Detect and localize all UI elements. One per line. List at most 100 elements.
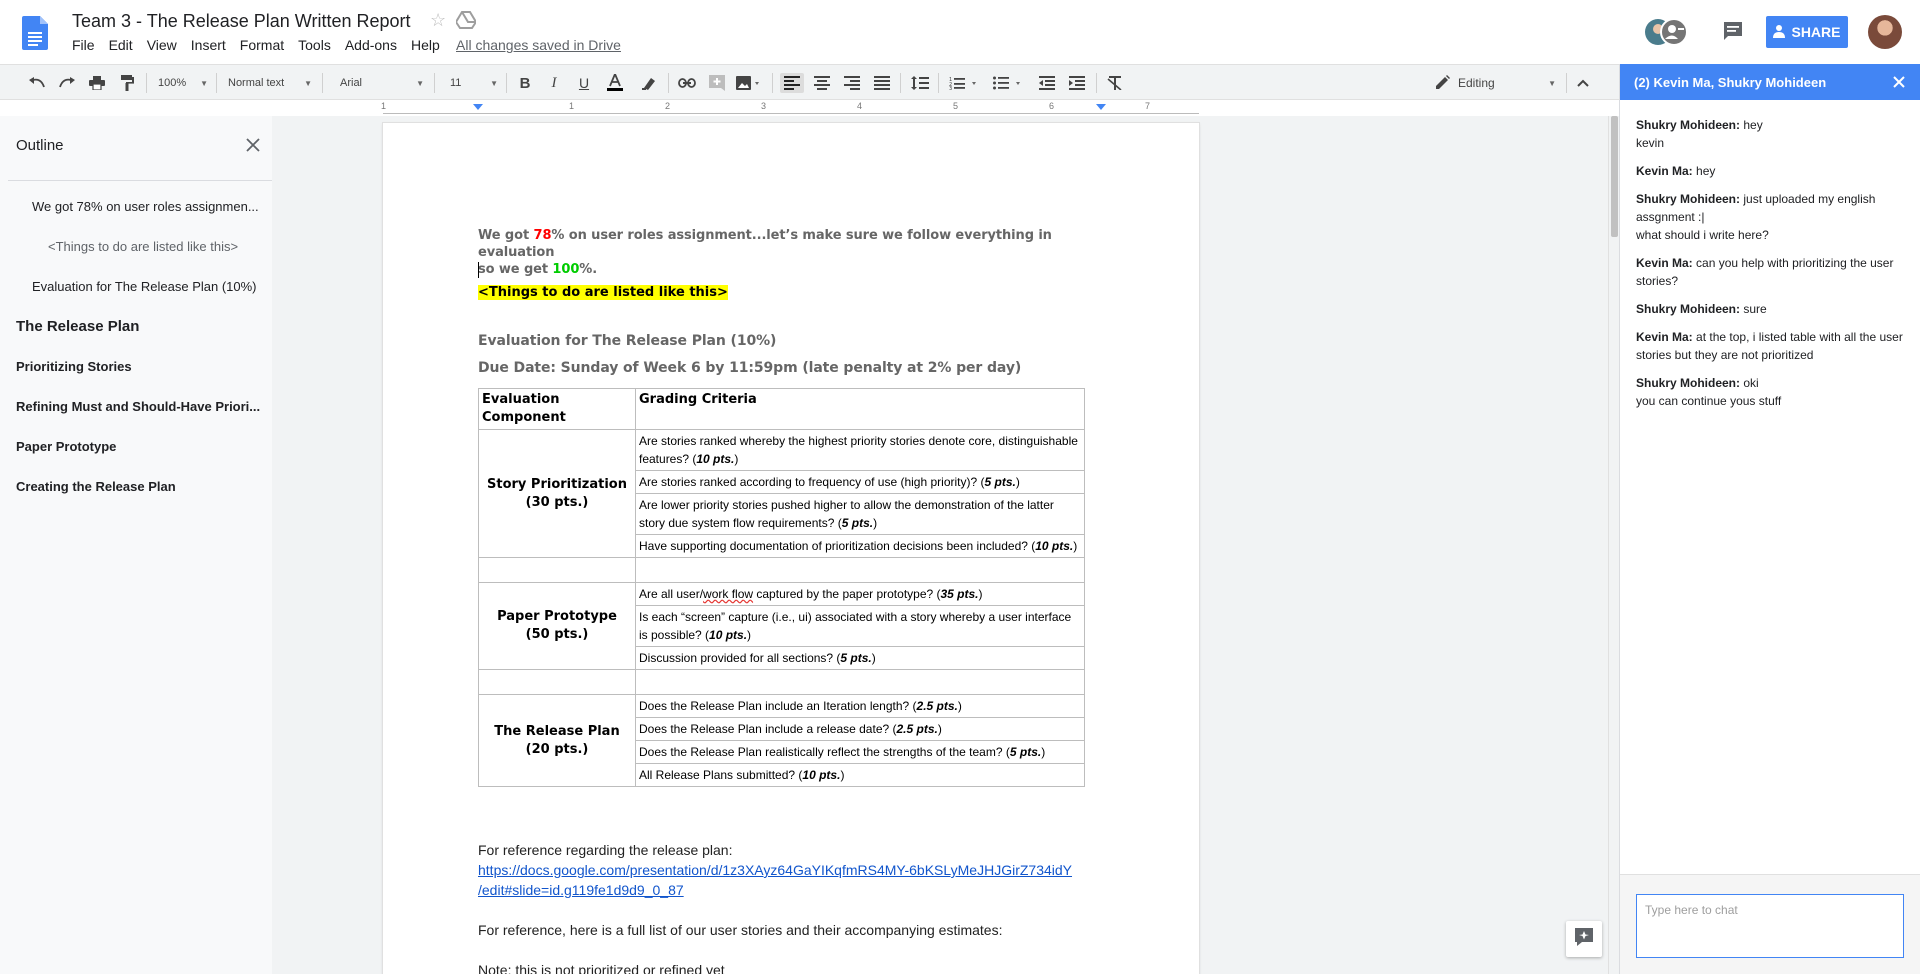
- criteria-cell[interactable]: Is each “screen” capture (i.e., ui) asso…: [635, 605, 1085, 647]
- reference-label[interactable]: For reference regarding the release plan…: [478, 842, 732, 858]
- account-avatar[interactable]: [1868, 15, 1902, 49]
- menu-file[interactable]: File: [72, 37, 95, 53]
- star-icon[interactable]: ☆: [430, 10, 446, 31]
- justify-icon[interactable]: [871, 73, 893, 93]
- intro-paragraph[interactable]: We got 78% on user roles assignment...le…: [478, 227, 1098, 278]
- font-family-dropdown[interactable]: Arial ▼: [340, 73, 424, 93]
- chat-input[interactable]: [1636, 894, 1904, 958]
- criteria-cell[interactable]: Are lower priority stories pushed higher…: [635, 493, 1085, 535]
- close-icon[interactable]: [1893, 76, 1905, 88]
- underline-icon[interactable]: U: [573, 73, 595, 93]
- align-right-icon[interactable]: [841, 73, 863, 93]
- menu-tools[interactable]: Tools: [298, 37, 331, 53]
- comments-icon[interactable]: [1722, 20, 1744, 42]
- clear-formatting-icon[interactable]: [1104, 73, 1126, 93]
- zoom-dropdown[interactable]: 100% ▼: [158, 73, 208, 93]
- empty-cell[interactable]: [635, 669, 1085, 695]
- highlight-color-icon[interactable]: [638, 73, 660, 93]
- align-left-icon[interactable]: [780, 73, 804, 93]
- table-header-cell[interactable]: Grading Criteria: [635, 388, 1085, 430]
- user-stories-label[interactable]: For reference, here is a full list of ou…: [478, 922, 1002, 938]
- criteria-cell[interactable]: Does the Release Plan include an Iterati…: [635, 694, 1085, 718]
- add-comment-icon[interactable]: [706, 73, 728, 93]
- component-cell[interactable]: Paper Prototype (50 pts.): [478, 582, 636, 670]
- save-status-link[interactable]: All changes saved in Drive: [456, 37, 621, 53]
- google-docs-app: Team 3 - The Release Plan Written Report…: [0, 0, 1920, 974]
- toolbar-divider: [938, 73, 939, 93]
- due-date[interactable]: Due Date: Sunday of Week 6 by 11:59pm (l…: [478, 360, 1021, 376]
- menu-view[interactable]: View: [147, 37, 177, 53]
- eval-heading[interactable]: Evaluation for The Release Plan (10%): [478, 333, 776, 349]
- empty-cell[interactable]: [478, 557, 636, 583]
- print-icon[interactable]: [86, 73, 108, 93]
- outline-item[interactable]: Paper Prototype: [16, 439, 264, 454]
- text-color-icon[interactable]: [604, 73, 626, 93]
- criteria-cell[interactable]: Does the Release Plan realistically refl…: [635, 740, 1085, 764]
- paint-format-icon[interactable]: [116, 73, 138, 93]
- outline-item[interactable]: Prioritizing Stories: [16, 359, 264, 374]
- redo-icon[interactable]: [56, 73, 78, 93]
- criteria-cell[interactable]: Are stories ranked whereby the highest p…: [635, 429, 1085, 471]
- outline-item[interactable]: Refining Must and Should-Have Priori...: [16, 399, 264, 414]
- collaborator-avatars[interactable]: [1645, 17, 1688, 47]
- paragraph-style-dropdown[interactable]: Normal text ▼: [228, 73, 312, 93]
- note-text[interactable]: Note: this is not prioritized or refined…: [478, 962, 725, 974]
- reference-link[interactable]: https://docs.google.com/presentation/d/1…: [478, 862, 1072, 878]
- criteria-cell[interactable]: Have supporting documentation of priorit…: [635, 534, 1085, 558]
- criteria-cell[interactable]: Are stories ranked according to frequenc…: [635, 470, 1085, 494]
- outline-item[interactable]: Creating the Release Plan: [16, 479, 264, 494]
- share-button[interactable]: SHARE: [1766, 16, 1848, 48]
- menu-format[interactable]: Format: [240, 37, 284, 53]
- outline-item[interactable]: Evaluation for The Release Plan (10%): [32, 279, 264, 294]
- component-cell[interactable]: The Release Plan (20 pts.): [478, 694, 636, 787]
- ruler-number: 7: [1145, 101, 1151, 111]
- align-center-icon[interactable]: [811, 73, 833, 93]
- decrease-indent-icon[interactable]: [1036, 73, 1058, 93]
- undo-icon[interactable]: [26, 73, 48, 93]
- table-header-cell[interactable]: Evaluation Component: [478, 388, 636, 430]
- reference-link[interactable]: /edit#slide=id.g119fe1d9d9_0_87: [478, 882, 684, 898]
- insert-image-icon[interactable]: [734, 73, 764, 93]
- criteria-cell[interactable]: Discussion provided for all sections? (5…: [635, 646, 1085, 670]
- insert-link-icon[interactable]: [676, 73, 698, 93]
- outline-item[interactable]: <Things to do are listed like this>: [48, 239, 264, 254]
- line-spacing-icon[interactable]: [908, 73, 932, 93]
- chat-text: hey: [1743, 118, 1763, 132]
- ruler-number: 5: [953, 101, 959, 111]
- component-cell[interactable]: Story Prioritization (30 pts.): [478, 429, 636, 558]
- grading-table[interactable]: Evaluation Component Grading Criteria St…: [478, 388, 1085, 787]
- close-icon[interactable]: [246, 138, 260, 152]
- bulleted-list-icon[interactable]: [990, 73, 1026, 93]
- menu-edit[interactable]: Edit: [109, 37, 133, 53]
- todo-note[interactable]: <Things to do are listed like this>: [478, 283, 728, 301]
- italic-icon[interactable]: I: [543, 73, 565, 93]
- menu-help[interactable]: Help: [411, 37, 440, 53]
- horizontal-ruler[interactable]: 1 1 2 3 4 5 6 7: [381, 101, 1199, 114]
- numbered-list-icon[interactable]: 123: [946, 73, 982, 93]
- spellcheck-word[interactable]: work flow: [703, 587, 753, 601]
- scrollbar-thumb[interactable]: [1611, 116, 1618, 237]
- collapse-menus-icon[interactable]: [1572, 73, 1594, 93]
- bold-icon[interactable]: B: [514, 73, 536, 93]
- menu-addons[interactable]: Add-ons: [345, 37, 397, 53]
- empty-cell[interactable]: [478, 669, 636, 695]
- font-size-dropdown[interactable]: 11 ▼: [450, 73, 498, 93]
- criteria-cell[interactable]: Does the Release Plan include a release …: [635, 717, 1085, 741]
- document-title[interactable]: Team 3 - The Release Plan Written Report: [72, 11, 411, 32]
- editing-mode-dropdown[interactable]: Editing ▼: [1436, 73, 1556, 93]
- right-indent-marker-icon[interactable]: [1096, 104, 1106, 112]
- left-indent-marker-icon[interactable]: [473, 104, 483, 112]
- criteria-cell[interactable]: Are all user/work flow captured by the p…: [635, 582, 1085, 606]
- vertical-scrollbar[interactable]: [1608, 116, 1619, 974]
- criteria-cell[interactable]: All Release Plans submitted? (10 pts.): [635, 763, 1085, 787]
- menu-bar: File Edit View Insert Format Tools Add-o…: [72, 37, 454, 53]
- explore-button[interactable]: [1566, 921, 1602, 957]
- document-page[interactable]: We got 78% on user roles assignment...le…: [383, 123, 1199, 974]
- drive-folder-icon[interactable]: [454, 11, 478, 29]
- outline-item[interactable]: The Release Plan: [16, 318, 264, 335]
- empty-cell[interactable]: [635, 557, 1085, 583]
- increase-indent-icon[interactable]: [1066, 73, 1088, 93]
- menu-insert[interactable]: Insert: [191, 37, 226, 53]
- outline-item[interactable]: We got 78% on user roles assignmen...: [32, 199, 264, 214]
- docs-logo-icon[interactable]: [22, 16, 48, 50]
